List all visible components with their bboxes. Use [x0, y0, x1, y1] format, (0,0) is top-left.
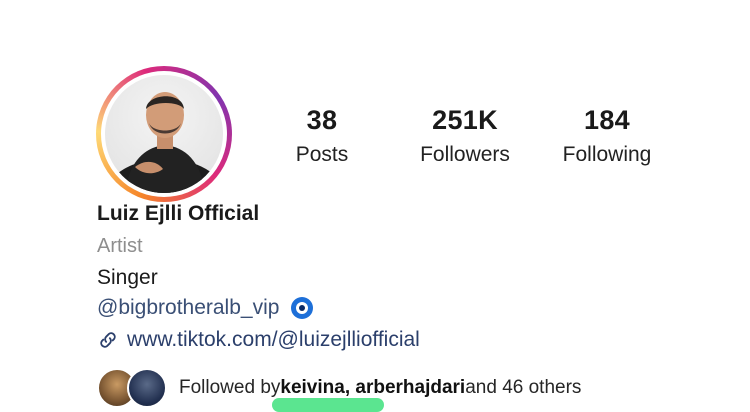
- profile-category: Artist: [97, 235, 143, 257]
- avatar-frame: [101, 71, 227, 197]
- followed-by-suffix: and 46 others: [465, 377, 582, 398]
- followers-label: Followers: [420, 143, 510, 166]
- bio-mention[interactable]: @bigbrotheralb_vip: [97, 296, 314, 320]
- highlight-marker: [272, 398, 384, 412]
- mention-text: @bigbrotheralb_vip: [97, 296, 280, 319]
- following-stat[interactable]: 184 Following: [552, 104, 662, 169]
- mutual-avatars: [97, 368, 167, 408]
- profile-bio: Singer: [97, 266, 158, 289]
- avatar-photo: [105, 75, 223, 193]
- posts-stat[interactable]: 38 Posts: [290, 104, 354, 169]
- followers-count: 251K: [432, 105, 498, 135]
- following-label: Following: [562, 143, 652, 166]
- link-icon: [100, 332, 116, 348]
- posts-count: 38: [306, 105, 338, 135]
- evil-eye-icon: [291, 297, 314, 319]
- person-photo-icon: [107, 92, 223, 193]
- following-count: 184: [584, 105, 630, 135]
- profile-avatar[interactable]: [96, 66, 232, 202]
- followed-by-prefix: Followed by: [179, 377, 281, 398]
- followers-stat[interactable]: 251K Followers: [410, 104, 520, 169]
- profile-link[interactable]: www.tiktok.com/@luizejlliofficial: [97, 328, 420, 352]
- mutual-avatar: [127, 368, 167, 408]
- posts-label: Posts: [295, 143, 349, 166]
- profile-name: Luiz Ejlli Official: [97, 202, 260, 225]
- link-text: www.tiktok.com/@luizejlliofficial: [127, 328, 420, 351]
- followed-by-users: keivina, arberhajdari: [280, 377, 466, 398]
